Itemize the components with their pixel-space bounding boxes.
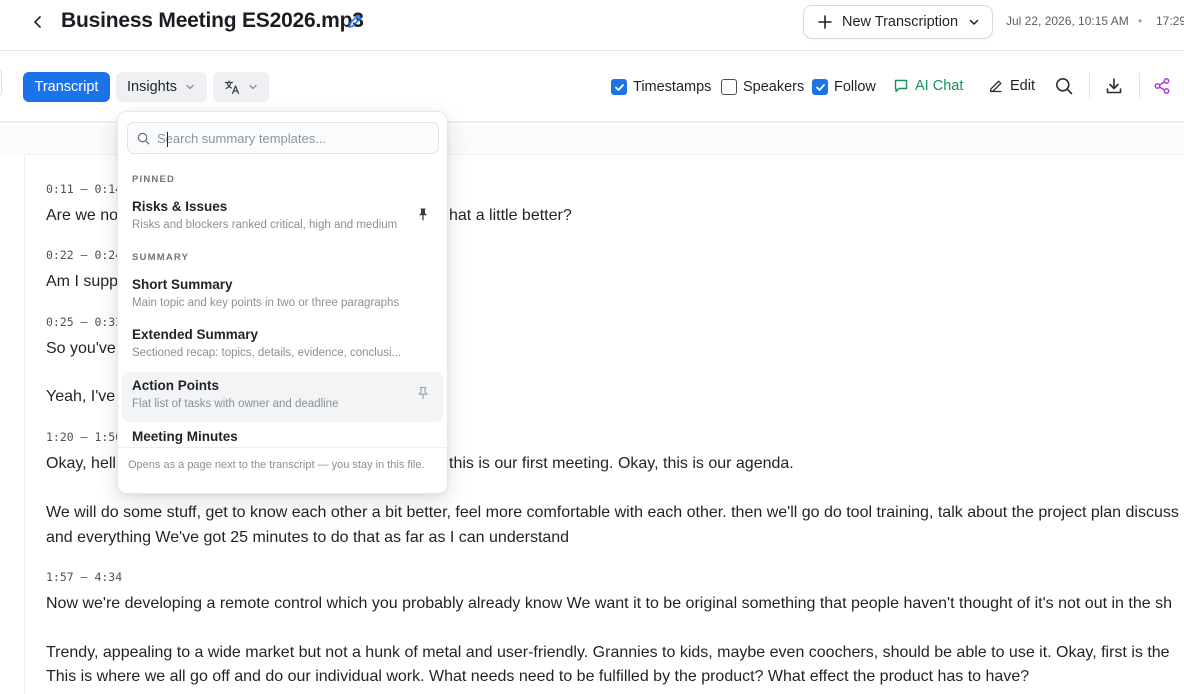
translate-icon bbox=[224, 80, 240, 95]
toolbar-divider bbox=[1139, 73, 1140, 99]
new-transcription-button[interactable]: New Transcription bbox=[803, 5, 993, 39]
segment-timestamp[interactable]: 1:20 – 1:50 bbox=[46, 430, 122, 444]
segment-text[interactable]: and everything We've got 25 minutes to d… bbox=[46, 529, 569, 547]
plus-icon bbox=[818, 15, 832, 29]
segment-timestamp[interactable]: 0:22 – 0:24 bbox=[46, 248, 122, 262]
edit-label: Edit bbox=[1010, 78, 1035, 94]
checkbox-checked-icon[interactable] bbox=[611, 79, 627, 95]
search-icon bbox=[137, 132, 150, 144]
meta-separator: • bbox=[1138, 14, 1143, 28]
summary-section-heading: SUMMARY bbox=[132, 252, 190, 263]
template-search-input[interactable] bbox=[157, 130, 427, 146]
pencil-icon[interactable] bbox=[345, 11, 365, 31]
template-description: Risks and blockers ranked critical, high… bbox=[132, 219, 398, 231]
segment-timestamp[interactable]: 0:25 – 0:33 bbox=[46, 315, 122, 329]
dropdown-footer: Opens as a page next to the transcript —… bbox=[118, 447, 447, 493]
recording-date: Jul 22, 2026, 10:15 AM bbox=[1006, 14, 1129, 28]
back-button[interactable] bbox=[26, 10, 50, 34]
template-description: Main topic and key points in two or thre… bbox=[132, 297, 400, 309]
dropdown-footer-note: Opens as a page next to the transcript —… bbox=[128, 459, 425, 471]
speakers-toggle[interactable]: Speakers bbox=[721, 78, 804, 96]
chevron-down-icon bbox=[969, 19, 979, 25]
template-item-action-points[interactable]: Action Points Flat list of tasks with ow… bbox=[122, 372, 443, 422]
segment-text[interactable]: Now we're developing a remote control wh… bbox=[46, 595, 1172, 613]
chevron-down-icon bbox=[249, 84, 257, 90]
timestamps-label: Timestamps bbox=[633, 79, 712, 95]
follow-label: Follow bbox=[834, 79, 876, 95]
template-description: Sectioned recap: topics, details, eviden… bbox=[132, 347, 402, 359]
ai-chat-button[interactable]: AI Chat bbox=[893, 78, 963, 94]
template-item-extended-summary[interactable]: Extended Summary Sectioned recap: topics… bbox=[122, 321, 443, 371]
template-name: Extended Summary bbox=[132, 327, 259, 342]
template-name: Risks & Issues bbox=[132, 199, 228, 214]
segment-text[interactable]: Trendy, appealing to a wide market but n… bbox=[46, 644, 1170, 662]
edit-button[interactable]: Edit bbox=[988, 78, 1035, 94]
tab-transcript[interactable]: Transcript bbox=[23, 72, 110, 102]
search-icon[interactable] bbox=[1054, 76, 1074, 96]
text-cursor bbox=[167, 132, 168, 147]
ai-chat-label: AI Chat bbox=[915, 78, 964, 94]
checkbox-checked-icon[interactable] bbox=[812, 79, 828, 95]
header-bar: Business Meeting ES2026.mp3 New Transcri… bbox=[0, 0, 1184, 51]
template-name: Action Points bbox=[132, 378, 219, 393]
pinned-section-heading: PINNED bbox=[132, 174, 176, 185]
speakers-label: Speakers bbox=[743, 79, 805, 95]
sidebar-toggle-button[interactable] bbox=[0, 68, 2, 98]
tab-insights[interactable]: Insights bbox=[116, 72, 207, 102]
toolbar-divider bbox=[1089, 73, 1090, 99]
segment-text[interactable]: this is our first meeting. Okay, this is… bbox=[449, 455, 794, 473]
chevron-down-icon bbox=[186, 84, 194, 90]
segment-timestamp[interactable]: 1:57 – 4:34 bbox=[46, 570, 122, 584]
translate-button[interactable] bbox=[213, 72, 269, 102]
pencil-icon bbox=[989, 80, 1002, 93]
insights-dropdown: PINNED Risks & Issues Risks and blockers… bbox=[117, 111, 448, 494]
new-transcription-label: New Transcription bbox=[842, 14, 959, 30]
template-search-field[interactable] bbox=[127, 122, 439, 154]
segment-text[interactable]: We will do some stuff, get to know each … bbox=[46, 504, 1179, 522]
segment-text[interactable]: Am I supp bbox=[46, 273, 118, 291]
segment-text[interactable]: So you've bbox=[46, 340, 116, 358]
template-item-risks-issues[interactable]: Risks & Issues Risks and blockers ranked… bbox=[122, 193, 443, 243]
pin-filled-icon[interactable] bbox=[416, 207, 430, 221]
download-icon[interactable] bbox=[1104, 76, 1124, 96]
pin-outline-icon[interactable] bbox=[416, 386, 430, 400]
segment-text[interactable]: Yeah, I've bbox=[46, 388, 115, 406]
tab-insights-label: Insights bbox=[127, 79, 177, 95]
template-description: Flat list of tasks with owner and deadli… bbox=[132, 398, 339, 410]
checkbox-unchecked-icon[interactable] bbox=[721, 79, 737, 95]
template-item-short-summary[interactable]: Short Summary Main topic and key points … bbox=[122, 271, 443, 321]
segment-text[interactable]: Are we no bbox=[46, 207, 118, 225]
segment-text[interactable]: This is where we all go off and do our i… bbox=[46, 668, 1029, 686]
chevron-left-icon bbox=[34, 16, 41, 28]
file-title: Business Meeting ES2026.mp3 bbox=[61, 9, 364, 32]
template-name: Meeting Minutes bbox=[132, 429, 238, 444]
template-name: Short Summary bbox=[132, 277, 233, 292]
segment-text[interactable]: hat a little better? bbox=[449, 207, 572, 225]
segment-timestamp[interactable]: 0:11 – 0:14 bbox=[46, 182, 122, 196]
share-icon[interactable] bbox=[1152, 76, 1172, 96]
recording-duration: 17:29 bbox=[1156, 14, 1184, 28]
timestamps-toggle[interactable]: Timestamps bbox=[611, 78, 711, 96]
chat-bubble-icon bbox=[894, 79, 908, 93]
follow-toggle[interactable]: Follow bbox=[812, 78, 876, 96]
segment-text[interactable]: Okay, hell bbox=[46, 455, 116, 473]
